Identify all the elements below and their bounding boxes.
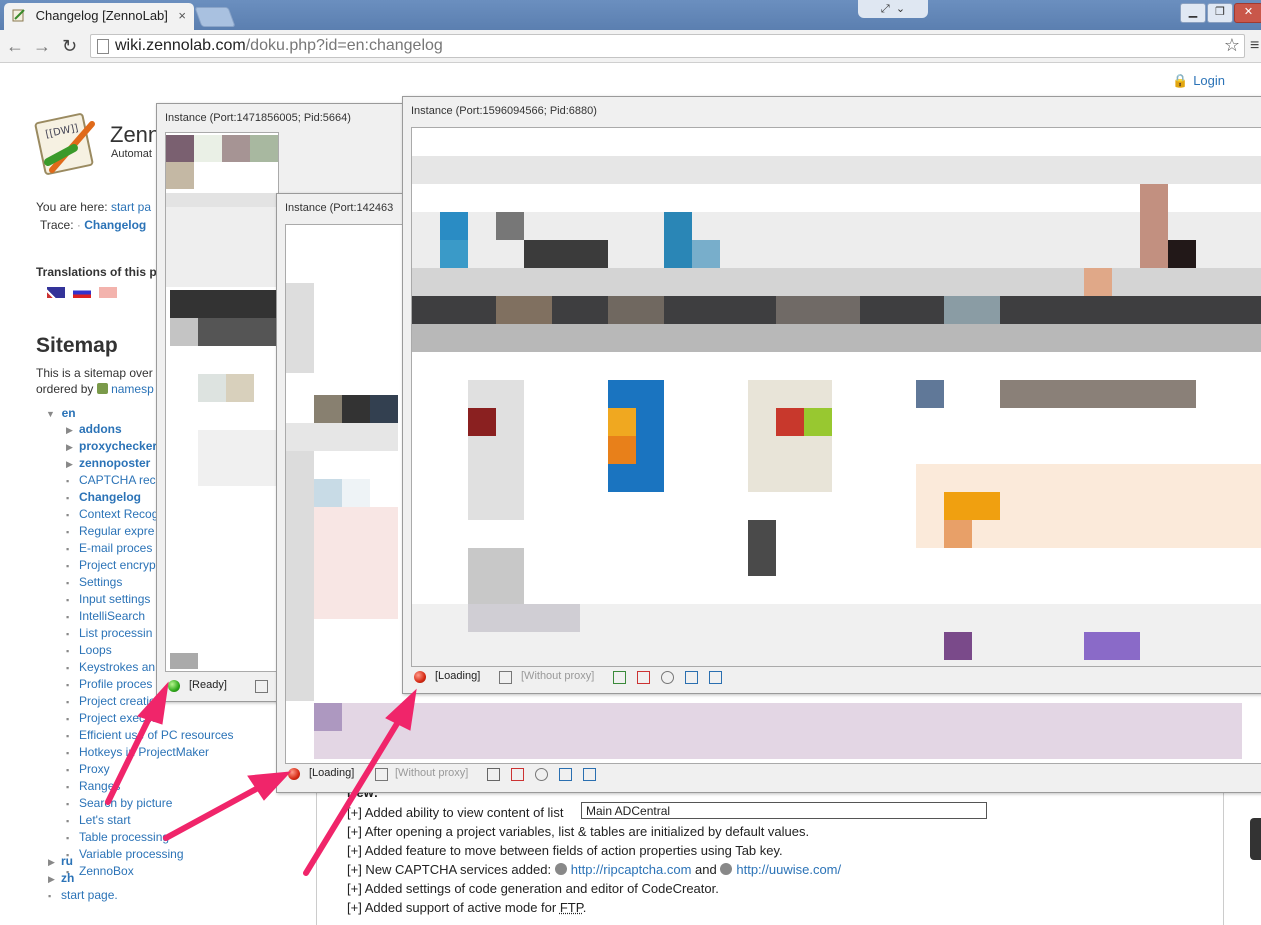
- arrow-to-instance-2-head: [247, 771, 292, 801]
- arrow-to-instance-2: [163, 785, 261, 841]
- arrow-to-ready-head: [137, 681, 169, 725]
- arrow-to-ready: [105, 709, 155, 805]
- arrow-to-instance-3: [303, 719, 401, 876]
- annotation-arrows: [105, 681, 417, 876]
- arrow-to-instance-3-head: [385, 688, 417, 731]
